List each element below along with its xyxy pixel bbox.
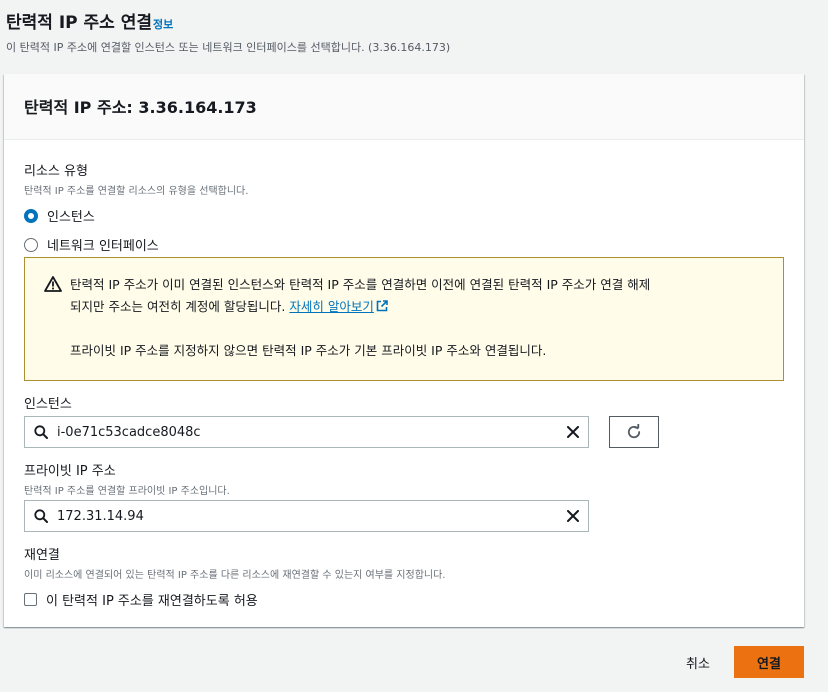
page-description: 이 탄력적 IP 주소에 연결할 인스턴스 또는 네트워크 인터페이스를 선택합… [6,41,451,54]
warning-icon [44,276,62,292]
page-title: 탄력적 IP 주소 연결 [6,13,153,33]
warning-text: 탄력적 IP 주소가 이미 연결된 인스턴스와 탄력적 IP 주소를 연결하면 … [70,274,650,380]
private-ip-search-input[interactable]: 172.31.14.94 [24,500,589,532]
page-title-row: 탄력적 IP 주소 연결 정보 [6,8,450,33]
warning-line-2: 되지만 주소는 여전히 계정에 할당됩니다. [70,299,286,314]
resource-type-description: 탄력적 IP 주소를 연결할 리소스의 유형을 선택합니다. [24,186,249,197]
radio-instance[interactable]: 인스턴스 [24,206,248,225]
warning-alert: 탄력적 IP 주소가 이미 연결된 인스턴스와 탄력적 IP 주소를 연결하면 … [24,257,784,381]
resource-type-label: 리소스 유형 [24,164,88,179]
clear-icon[interactable] [567,426,579,438]
search-icon [34,509,48,523]
reassociation-field: 재연결 이미 리소스에 연결되어 있는 탄력적 IP 주소를 다른 리소스에 재… [24,544,445,609]
radio-network-interface-control[interactable] [24,237,38,252]
association-panel: 탄력적 IP 주소: 3.36.164.173 리소스 유형 탄력적 IP 주소… [4,74,804,627]
radio-instance-control[interactable] [24,208,38,223]
warning-paragraph-1: 탄력적 IP 주소가 이미 연결된 인스턴스와 탄력적 IP 주소를 연결하면 … [70,274,650,318]
warning-line-1: 탄력적 IP 주소가 이미 연결된 인스턴스와 탄력적 IP 주소를 연결하면 … [70,277,651,292]
learn-more-link[interactable]: 자세히 알아보기 [289,299,388,314]
private-ip-input-value[interactable]: 172.31.14.94 [57,509,567,524]
learn-more-label: 자세히 알아보기 [289,299,374,314]
private-ip-field: 프라이빗 IP 주소 탄력적 IP 주소를 연결할 프라이빗 IP 주소입니다. [24,460,230,497]
reassociation-checkbox-row[interactable]: 이 탄력적 IP 주소를 재연결하도록 허용 [24,590,445,609]
resource-type-field: 리소스 유형 탄력적 IP 주소를 연결할 리소스의 유형을 선택합니다. 인스… [24,160,248,254]
associate-button[interactable]: 연결 [734,646,804,678]
private-ip-label: 프라이빗 IP 주소 [24,464,116,479]
page-header: 탄력적 IP 주소 연결 정보 이 탄력적 IP 주소에 연결할 인스턴스 또는… [6,8,450,55]
search-icon [34,425,48,439]
panel-header: 탄력적 IP 주소: 3.36.164.173 [4,74,804,140]
refresh-icon [627,424,641,439]
refresh-button[interactable] [609,416,659,448]
clear-icon[interactable] [567,510,579,522]
radio-network-interface[interactable]: 네트워크 인터페이스 [24,235,248,254]
instance-field: 인스턴스 [24,393,72,412]
radio-instance-label: 인스턴스 [47,210,95,225]
instance-input-value[interactable]: i-0e71c53cadce8048c [57,425,567,440]
cancel-button[interactable]: 취소 [670,646,726,678]
radio-network-interface-label: 네트워크 인터페이스 [47,239,159,254]
external-link-icon [376,300,388,312]
panel-title: 탄력적 IP 주소: 3.36.164.173 [24,98,257,117]
reassociation-label: 재연결 [24,548,60,563]
info-link[interactable]: 정보 [153,16,173,32]
instance-search-input[interactable]: i-0e71c53cadce8048c [24,416,589,448]
reassociation-checkbox[interactable] [24,593,37,606]
private-ip-description: 탄력적 IP 주소를 연결할 프라이빗 IP 주소입니다. [24,486,230,497]
reassociation-checkbox-label: 이 탄력적 IP 주소를 재연결하도록 허용 [46,594,258,609]
reassociation-description: 이미 리소스에 연결되어 있는 탄력적 IP 주소를 다른 리소스에 재연결할 … [24,570,446,581]
instance-label: 인스턴스 [24,397,72,412]
warning-paragraph-2: 프라이빗 IP 주소를 지정하지 않으면 탄력적 IP 주소가 기본 프라이빗 … [70,343,547,358]
